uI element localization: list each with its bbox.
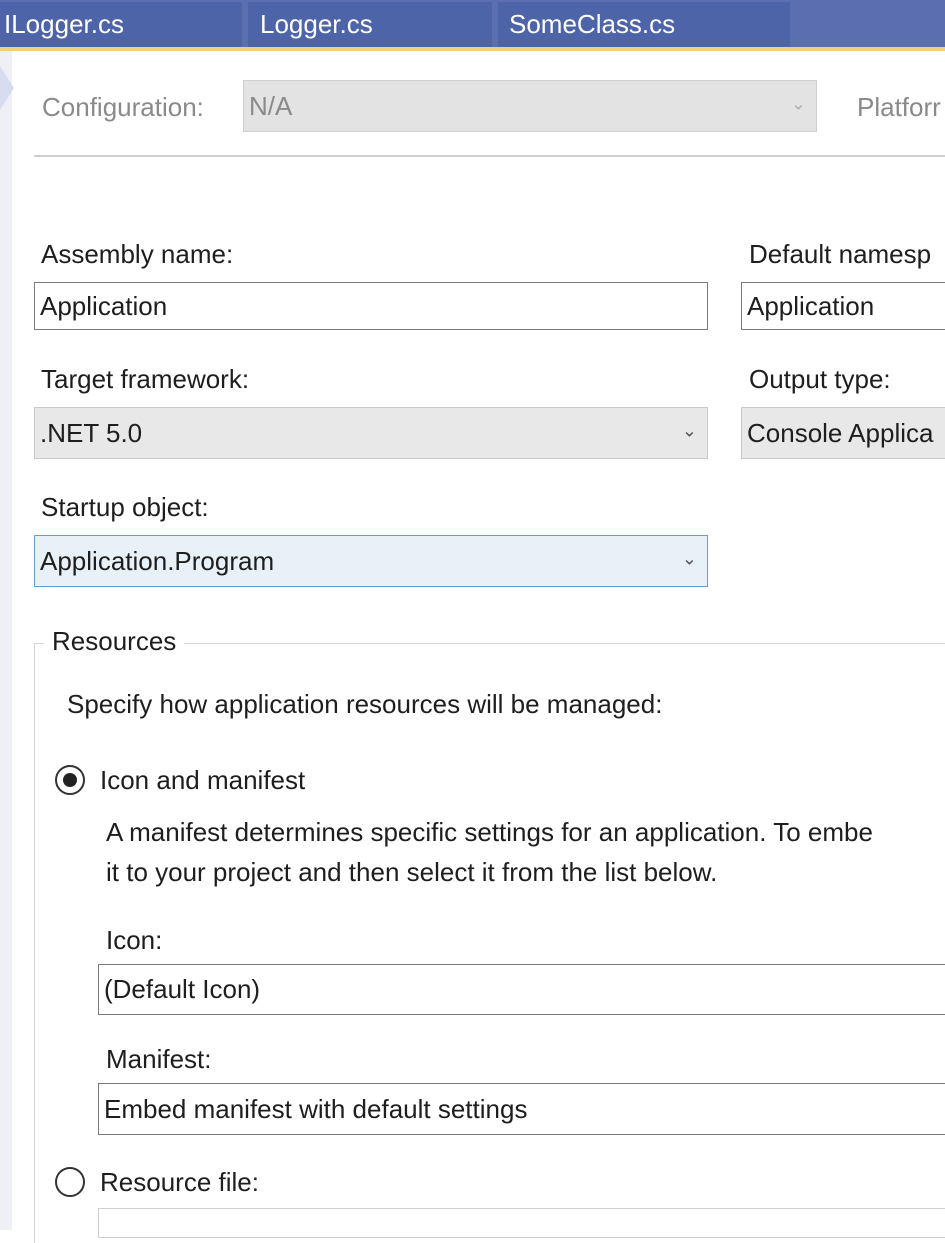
manifest-value: Embed manifest with default settings <box>104 1094 528 1124</box>
output-type-dropdown[interactable]: Console Applica <box>741 407 945 459</box>
assembly-name-value: Application <box>40 291 168 321</box>
configuration-value: N/A <box>249 91 293 121</box>
target-framework-dropdown[interactable]: .NET 5.0 ⌄ <box>34 407 708 459</box>
assembly-name-field[interactable]: Application <box>34 282 708 330</box>
icon-field[interactable]: (Default Icon) <box>98 964 945 1015</box>
target-framework-value: .NET 5.0 <box>40 418 143 448</box>
resource-file-radio[interactable] <box>55 1167 85 1197</box>
configuration-label: Configuration: <box>42 92 204 122</box>
manifest-help-line-1: A manifest determines specific settings … <box>106 817 873 847</box>
resources-group-title: Resources <box>44 626 185 657</box>
manifest-help-line-2: it to your project and then select it fr… <box>106 857 718 887</box>
chevron-down-icon: ⌄ <box>681 420 697 441</box>
startup-object-dropdown[interactable]: Application.Program ⌄ <box>34 535 708 587</box>
assembly-name-label: Assembly name: <box>41 239 234 269</box>
default-namespace-value: Application <box>747 291 875 321</box>
configuration-dropdown: N/A ⌄ <box>243 80 817 132</box>
target-framework-label: Target framework: <box>41 364 250 394</box>
resource-file-field[interactable] <box>98 1208 945 1238</box>
tab-ilogger[interactable]: ILogger.cs <box>0 2 242 47</box>
chevron-down-icon: ⌄ <box>681 548 697 569</box>
resource-file-label[interactable]: Resource file: <box>100 1167 259 1198</box>
radio-selected-icon <box>63 773 77 787</box>
platform-label: Platforr <box>857 92 941 122</box>
default-namespace-field[interactable]: Application <box>741 282 945 330</box>
gutter-marker <box>0 66 14 110</box>
tab-someclass[interactable]: SomeClass.cs <box>498 2 790 47</box>
tab-label: ILogger.cs <box>4 9 124 39</box>
icon-manifest-label[interactable]: Icon and manifest <box>100 765 305 796</box>
document-tab-strip: ILogger.cs Logger.cs SomeClass.cs <box>0 0 945 47</box>
resources-group <box>34 643 945 1243</box>
manifest-field[interactable]: Embed manifest with default settings <box>98 1083 945 1135</box>
manifest-label: Manifest: <box>106 1044 212 1074</box>
divider <box>34 155 945 157</box>
output-type-value: Console Applica <box>747 418 934 448</box>
tab-strip-accent-line <box>0 47 945 51</box>
tab-logger[interactable]: Logger.cs <box>248 2 492 47</box>
icon-label: Icon: <box>106 925 163 955</box>
left-gutter <box>0 51 12 1230</box>
tab-label: SomeClass.cs <box>509 9 676 39</box>
chevron-down-icon: ⌄ <box>790 93 806 114</box>
default-namespace-label: Default namesp <box>749 239 932 269</box>
resources-description: Specify how application resources will b… <box>67 689 663 719</box>
startup-object-label: Startup object: <box>41 492 209 522</box>
tab-label: Logger.cs <box>260 9 373 39</box>
startup-object-value: Application.Program <box>40 546 275 576</box>
icon-value: (Default Icon) <box>104 974 261 1004</box>
icon-manifest-radio[interactable] <box>55 765 85 795</box>
output-type-label: Output type: <box>749 364 891 394</box>
